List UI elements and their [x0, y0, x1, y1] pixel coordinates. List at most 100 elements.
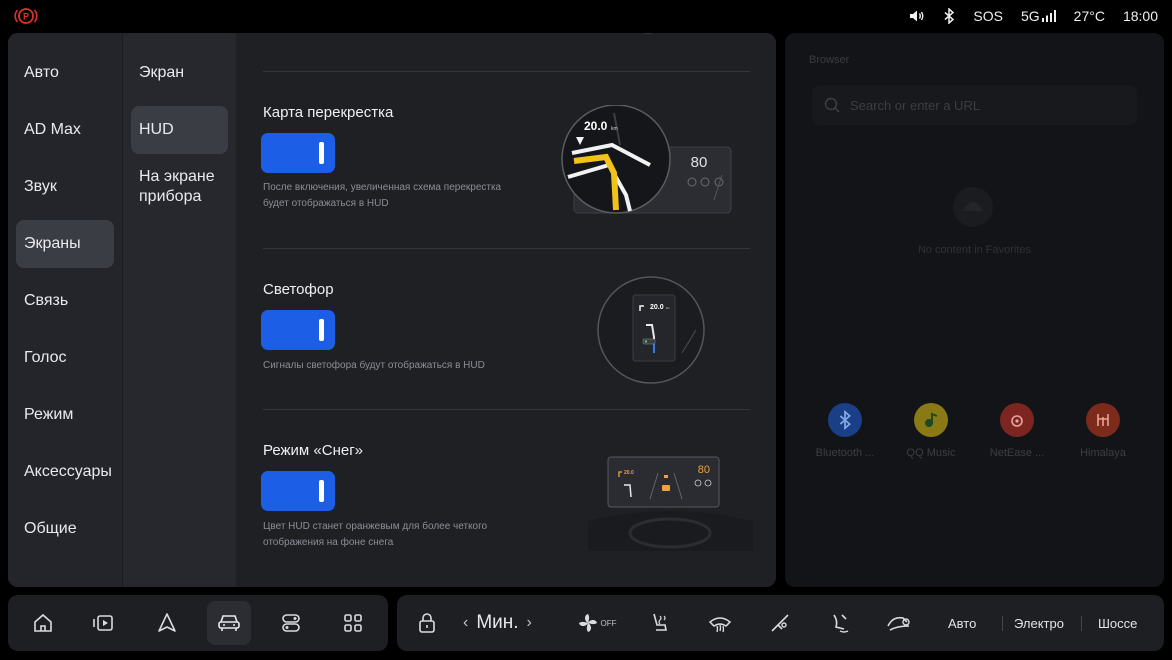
all-apps-icon — [344, 614, 362, 632]
empty-favorites-text: No content in Favorites — [917, 244, 1032, 256]
lock-icon — [419, 613, 435, 633]
bluetooth-status-icon[interactable] — [943, 8, 955, 24]
all-apps-button[interactable] — [331, 601, 375, 645]
preview-distance-unit: km — [666, 306, 671, 310]
snow-mode-preview: 20.0 80 — [588, 456, 753, 551]
signal-bars-icon — [1041, 10, 1056, 22]
lock-button[interactable] — [415, 595, 439, 651]
traffic-light-preview: 20.0 km — [597, 276, 705, 384]
clock: 18:00 — [1122, 8, 1158, 24]
nav-item-mode[interactable]: Режим — [16, 391, 114, 439]
seat-heat-button[interactable] — [645, 595, 675, 651]
netease-music-icon — [1000, 403, 1034, 437]
car-settings-button[interactable] — [207, 601, 251, 645]
nav-item-auto[interactable]: Авто — [16, 49, 114, 97]
toggle-knob — [319, 480, 324, 502]
apps-switch-icon — [282, 614, 300, 632]
toggle-knob — [319, 142, 324, 164]
front-defrost-icon — [708, 617, 732, 633]
nav-item-label: Звук — [24, 178, 57, 195]
nav-item-label: AD Max — [24, 121, 81, 138]
climate-bar: ‹ Мин. › OFF Авто Электро Шоссе — [397, 595, 1164, 651]
drive-mode-highway[interactable]: Шоссе — [1098, 595, 1137, 651]
search-icon — [824, 97, 840, 113]
intersection-map-preview: 80 20.0 km — [561, 105, 732, 214]
subnav-item-instrument-screen[interactable]: На экране прибора — [131, 165, 228, 209]
section-divider — [263, 409, 750, 410]
volume-icon[interactable] — [909, 9, 925, 23]
navigation-button[interactable] — [145, 601, 189, 645]
preview-speed: 80 — [691, 154, 708, 171]
drive-mode-label: Авто — [948, 615, 977, 631]
previous-preview-edge — [641, 33, 655, 34]
mode-separator — [1002, 616, 1003, 631]
nav-item-ad-max[interactable]: AD Max — [16, 106, 114, 154]
status-bar: P SOS 5G 27°C 18:00 — [0, 0, 1172, 32]
nav-item-connectivity[interactable]: Связь — [16, 277, 114, 325]
bluetooth-icon — [828, 403, 862, 437]
nav-item-screens[interactable]: Экраны — [16, 220, 114, 268]
drive-mode-electric[interactable]: Электро — [1014, 595, 1064, 651]
apps-switch-button[interactable] — [269, 601, 313, 645]
network-type: 5G — [1020, 8, 1040, 24]
app-qq-music[interactable]: QQ Music — [891, 403, 971, 459]
traffic-light-toggle[interactable] — [261, 310, 335, 350]
secondary-nav: Экран HUD На экране прибора — [123, 33, 236, 587]
settings-panel: Авто AD Max Звук Экраны Связь Голос Режи… — [8, 33, 776, 587]
drive-mode-auto[interactable]: Авто — [948, 595, 976, 651]
traffic-light-title: Светофор — [263, 281, 334, 298]
nav-item-general[interactable]: Общие — [16, 505, 114, 553]
subnav-item-label: На экране прибора — [139, 168, 215, 205]
temperature-decrease-button[interactable]: ‹ — [463, 614, 468, 632]
fan-button[interactable]: OFF — [571, 595, 621, 651]
seat-heating-icon — [653, 613, 667, 631]
nav-item-voice[interactable]: Голос — [16, 334, 114, 382]
subnav-item-screen[interactable]: Экран — [131, 53, 228, 93]
url-input[interactable] — [850, 95, 1120, 115]
nav-item-label: Режим — [24, 406, 74, 423]
nav-item-label: Аксессуары — [24, 463, 112, 480]
temperature-increase-button[interactable]: › — [527, 614, 532, 632]
app-label: QQ Music — [906, 447, 956, 459]
nav-item-label: Авто — [24, 64, 59, 81]
intersection-map-title: Карта перекрестка — [263, 104, 394, 121]
airflow-face-icon — [771, 614, 789, 632]
app-label: Himalaya — [1080, 447, 1126, 459]
home-button[interactable] — [21, 601, 65, 645]
intersection-map-toggle[interactable] — [261, 133, 335, 173]
preview-distance: 20.0 — [624, 470, 634, 476]
steering-heat-button[interactable] — [765, 595, 795, 651]
nav-item-label: Связь — [24, 292, 69, 309]
svg-text:P: P — [23, 12, 29, 22]
nav-item-label: Голос — [24, 349, 67, 366]
browser-panel: Browser No content in Favorites Bluetoot… — [785, 33, 1164, 587]
nav-item-label: Экраны — [24, 235, 81, 252]
temperature-control: ‹ Мин. › — [463, 595, 532, 651]
browser-title: Browser — [809, 54, 850, 66]
fan-icon — [578, 614, 597, 632]
preview-distance: 20.0 — [650, 304, 664, 311]
subnav-item-hud[interactable]: HUD — [131, 106, 228, 154]
air-recirculation-button[interactable] — [883, 595, 915, 651]
signal-indicator: 5G — [1021, 8, 1056, 24]
temperature-value: Мин. — [476, 612, 519, 633]
sos-button[interactable]: SOS — [973, 8, 1003, 24]
airflow-feet-button[interactable] — [825, 595, 855, 651]
app-dock — [8, 595, 388, 651]
app-netease-music[interactable]: NetEase ... — [977, 403, 1057, 459]
nav-item-accessories[interactable]: Аксессуары — [16, 448, 114, 496]
section-divider — [263, 71, 750, 72]
app-label: Bluetooth ... — [815, 447, 875, 459]
nav-item-sound[interactable]: Звук — [16, 163, 114, 211]
front-defrost-button[interactable] — [705, 595, 735, 651]
media-icon — [93, 615, 113, 631]
himalaya-icon — [1086, 403, 1120, 437]
hud-settings-content[interactable]: Карта перекрестка После включения, увели… — [236, 33, 776, 587]
app-bluetooth-music[interactable]: Bluetooth ... — [805, 403, 885, 459]
snow-mode-toggle[interactable] — [261, 471, 335, 511]
app-himalaya[interactable]: Himalaya — [1063, 403, 1143, 459]
media-button[interactable] — [82, 601, 126, 645]
drive-mode-label: Электро — [1014, 615, 1064, 631]
toggle-knob — [319, 319, 324, 341]
url-bar[interactable] — [812, 85, 1137, 125]
